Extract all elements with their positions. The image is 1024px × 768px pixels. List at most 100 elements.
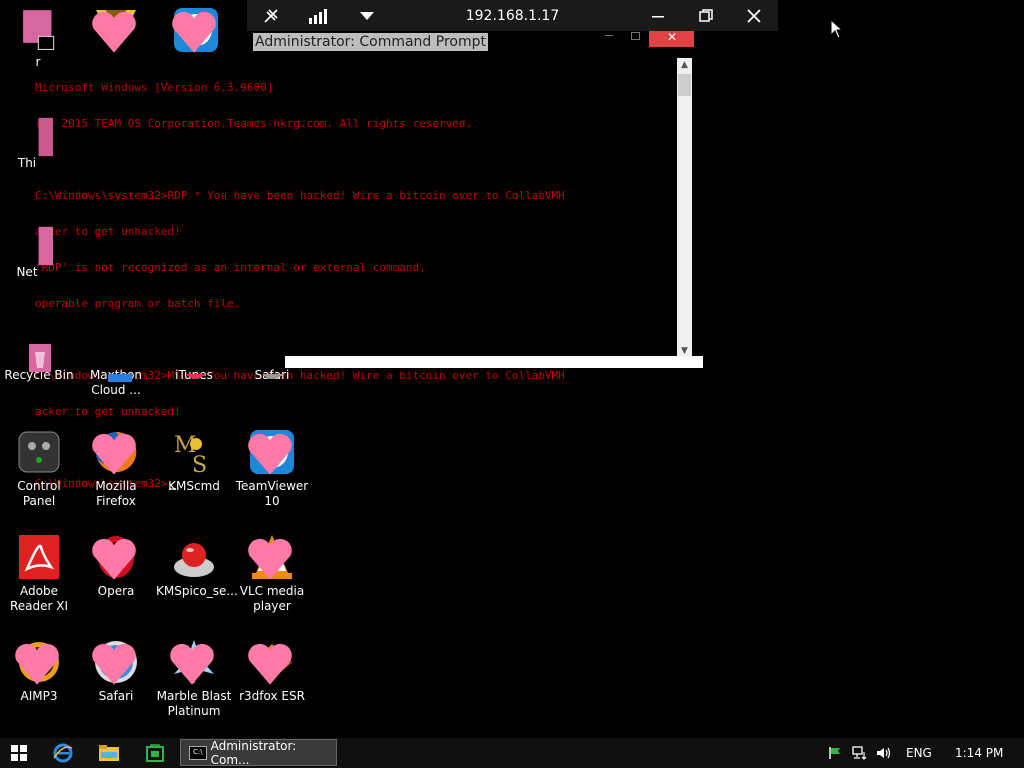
- svg-text:S: S: [192, 453, 207, 476]
- marble-blast-icon: [170, 638, 218, 686]
- heart-icon: [92, 433, 136, 475]
- network-icon[interactable]: [852, 738, 872, 768]
- cmd-minimize-icon[interactable]: [605, 35, 613, 36]
- desktop-icon-label: TeamViewer 10: [235, 479, 309, 508]
- cmd-line: C:\Windows\system32>RDP * You have been …: [35, 189, 565, 202]
- desktop-icon-maxthon[interactable]: Maxthon Cloud ...: [78, 355, 154, 398]
- teamviewer-icon: [172, 6, 220, 54]
- safari-icon: [92, 638, 140, 686]
- start-button[interactable]: [0, 738, 38, 768]
- pink-network-icon: [17, 222, 53, 266]
- heart-icon: [15, 643, 59, 685]
- desktop-icon-label: Mozilla Firefox: [95, 479, 137, 508]
- desktop-icon-safari-1[interactable]: Safari: [234, 355, 310, 383]
- vlc-icon: [248, 533, 296, 581]
- teamviewer-icon: [248, 428, 296, 476]
- desktop-icon-partial-top[interactable]: r: [10, 8, 55, 70]
- kmscmd-icon: MS: [170, 428, 218, 476]
- heart-icon: [92, 643, 136, 685]
- cmd-window-bottom-edge: [285, 356, 703, 368]
- internet-explorer-taskbar-button[interactable]: [44, 738, 82, 768]
- cmd-line: 'RDP' is not recognized as an internal o…: [35, 261, 426, 274]
- desktop-icon-top-vivaldi[interactable]: [86, 6, 146, 57]
- control-panel-icon: [15, 428, 63, 476]
- desktop-icon-label: Safari: [98, 689, 134, 703]
- taskbar-clock[interactable]: 1:14 PM: [955, 738, 1005, 768]
- desktop-icon-label: r: [35, 55, 41, 69]
- desktop-icon-label: r3dfox ESR: [239, 689, 305, 703]
- file-explorer-taskbar-button[interactable]: [90, 738, 128, 768]
- cmd-line: Microsoft Windows [Version 6.3.9600]: [35, 81, 274, 94]
- folder-icon: [99, 745, 119, 761]
- desktop-icon-teamviewer[interactable]: TeamViewer 10: [234, 428, 310, 509]
- maxthon-icon: [92, 355, 140, 382]
- input-language-indicator[interactable]: ENG: [906, 738, 936, 768]
- taskbar: C:\ Administrator: Com... ENG 1:14 PM: [0, 738, 1024, 768]
- cmd-line: acker to get unhacked!: [35, 225, 181, 238]
- internet-explorer-icon: [53, 743, 73, 763]
- r3dfox-icon: [248, 638, 296, 686]
- kmspico-icon: [170, 533, 218, 581]
- cmd-vertical-scrollbar[interactable]: ▲ ▼: [677, 58, 692, 358]
- heart-icon: [170, 643, 214, 685]
- scroll-thumb[interactable]: [678, 74, 691, 96]
- scroll-up-icon[interactable]: ▲: [677, 58, 692, 72]
- action-center-flag-icon[interactable]: [828, 738, 848, 768]
- volume-icon[interactable]: [876, 738, 896, 768]
- heart-icon: [92, 538, 136, 580]
- taskbar-command-prompt-button[interactable]: C:\ Administrator: Com...: [180, 738, 337, 767]
- desktop-icon-aimp[interactable]: AIMP3: [1, 638, 77, 704]
- cmd-line: operable program or batch file.: [35, 297, 241, 310]
- heart-icon: [92, 11, 136, 53]
- desktop-icon-network[interactable]: Net: [12, 222, 53, 280]
- cmd-close-icon: ✕: [667, 30, 678, 44]
- desktop-icon-label: VLC media player: [239, 584, 305, 613]
- heart-icon: [172, 11, 216, 53]
- adobe-reader-icon: [15, 533, 63, 581]
- desktop-icon-kmspico[interactable]: KMSpico_se...: [156, 533, 238, 599]
- desktop-icon-label: AIMP3: [20, 689, 58, 703]
- desktop-icon-label: Opera: [97, 584, 135, 598]
- restore-icon[interactable]: [682, 0, 730, 31]
- cmd-window-title[interactable]: Administrator: Command Prompt: [253, 33, 488, 51]
- desktop-icon-label: Marble Blast Platinum: [156, 689, 232, 718]
- mouse-pointer-icon: [830, 18, 844, 43]
- minimize-icon[interactable]: [634, 0, 682, 31]
- safari-icon: [248, 355, 296, 379]
- cmd-line: [35, 154, 675, 166]
- unpin-icon[interactable]: [247, 0, 295, 31]
- remote-desktop-toolbar: 192.168.1.17: [247, 0, 778, 31]
- cmd-close-button[interactable]: ✕: [649, 30, 694, 47]
- taskbar-window-label: Administrator: Com...: [210, 738, 297, 767]
- desktop-icon-label: KMSpico_se...: [156, 584, 238, 598]
- desktop-icon-recycle-bin[interactable]: Recycle Bin: [1, 335, 77, 383]
- desktop-icon-this-pc[interactable]: Thi: [12, 113, 53, 171]
- desktop-icon-adobe-reader[interactable]: Adobe Reader XI: [1, 533, 77, 614]
- store-taskbar-button[interactable]: [136, 738, 174, 768]
- dropdown-chevron-icon[interactable]: [343, 0, 391, 31]
- desktop-icon-control-panel[interactable]: Control Panel: [1, 428, 77, 509]
- itunes-icon: [170, 355, 218, 379]
- desktop-icon-marble-blast[interactable]: Marble Blast Platinum: [156, 638, 232, 719]
- heart-icon: [248, 433, 292, 475]
- desktop-icon-firefox[interactable]: Mozilla Firefox: [78, 428, 154, 509]
- firefox-icon: [92, 428, 140, 476]
- desktop-icon-vlc[interactable]: VLC media player: [234, 533, 310, 614]
- desktop-icon-itunes[interactable]: iTunes: [156, 355, 232, 383]
- windows-logo-icon: [11, 745, 27, 761]
- recycle-bin-icon: [15, 335, 63, 372]
- close-icon[interactable]: [730, 0, 778, 31]
- desktop-icon-safari-2[interactable]: Safari: [78, 638, 154, 704]
- desktop-icon-label: KMScmd: [168, 479, 220, 493]
- connection-quality-icon[interactable]: [295, 0, 343, 31]
- desktop-icon-top-teamviewer[interactable]: [166, 6, 226, 57]
- cmd-line: [35, 334, 675, 346]
- desktop-icon-r3dfox[interactable]: r3dfox ESR: [234, 638, 310, 704]
- aimp-icon: [15, 638, 63, 686]
- cmd-line: (c) 2015 TEAM OS Corporation.Teamos-hkrg…: [35, 117, 473, 130]
- remote-host-title: 192.168.1.17: [465, 7, 560, 24]
- desktop-icon-kmscmd[interactable]: MS KMScmd: [156, 428, 232, 494]
- desktop-icon-opera[interactable]: Opera: [78, 533, 154, 599]
- cmd-maximize-icon[interactable]: [631, 32, 640, 40]
- heart-icon: [248, 538, 292, 580]
